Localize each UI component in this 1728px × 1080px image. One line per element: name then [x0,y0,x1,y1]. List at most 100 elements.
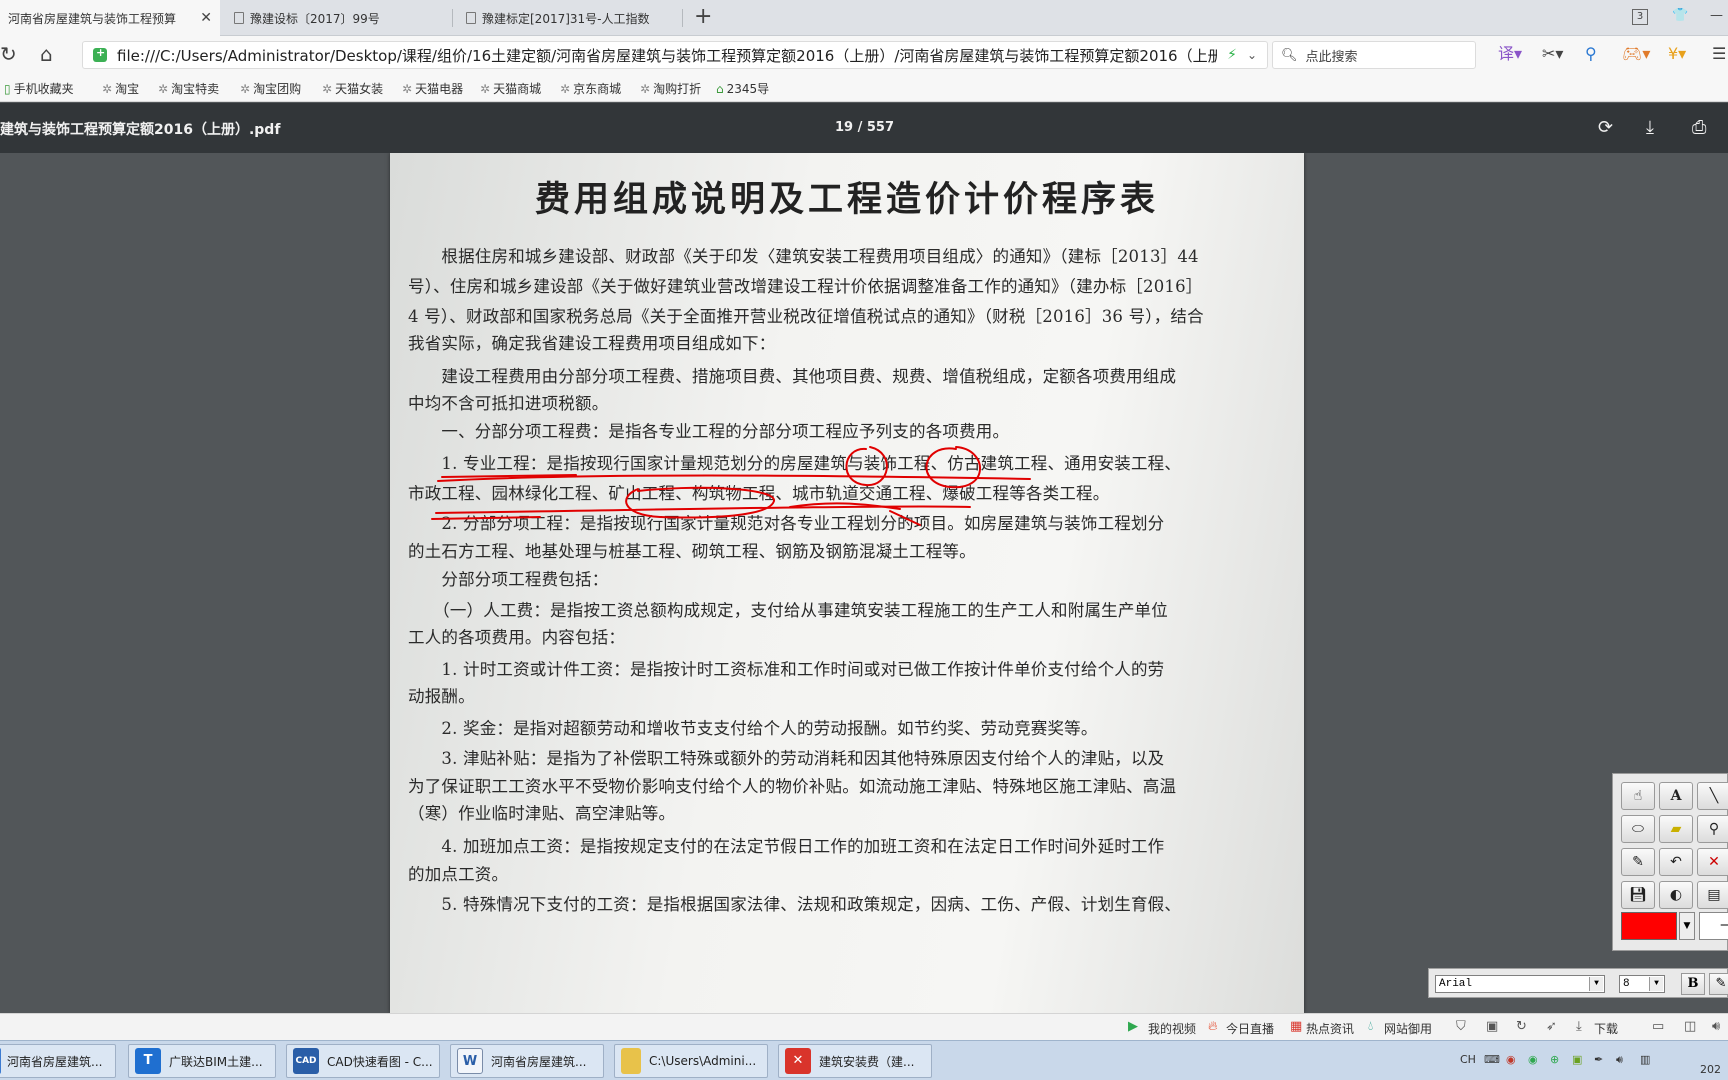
line-tool-icon[interactable]: ╲ [1697,782,1728,810]
lightning-icon[interactable]: ⚡ [1227,47,1237,63]
shield-icon[interactable]: ⛉ [1456,1019,1466,1034]
translate-icon[interactable]: 译▾ [1498,44,1522,64]
ink-underline [789,502,901,510]
status-item-news[interactable]: 热点资讯 [1306,1020,1354,1037]
tray-nvidia-icon[interactable]: ▣ [1572,1053,1582,1066]
search-icon: 🔍︎ [1281,47,1298,63]
layout-icon[interactable]: ▭ [1652,1019,1664,1034]
status-item-live[interactable]: 今日直播 [1226,1020,1274,1037]
font-size-select[interactable]: 8 ▼ [1619,975,1665,993]
bookmark-item[interactable]: ✲ 淘宝 [102,80,139,97]
document-line: 5. 特殊情况下支付的工资：是指根据国家法律、法规和政策规定，因病、工伤、产假、… [408,895,1182,914]
taskbar-item-word[interactable]: W 河南省房屋建筑... [450,1044,604,1078]
tray-update-icon[interactable]: ⊕ [1550,1053,1559,1066]
keyboard-icon[interactable]: ⌨ [1484,1053,1500,1066]
tray-pen-icon[interactable]: ✒ [1594,1053,1603,1066]
color-swatch[interactable] [1621,912,1677,940]
news-icon: ▦ [1290,1019,1303,1034]
bookmark-icon: ✲ [102,81,113,96]
bookmark-item[interactable]: ✲ 天猫电器 [402,80,463,97]
close-icon[interactable]: ✕ [200,10,212,26]
bold-button[interactable]: B [1681,973,1705,995]
bookmark-item[interactable]: ✲ 天猫商城 [480,80,541,97]
game-icon[interactable]: 🎮︎▾ [1622,44,1650,64]
save-icon[interactable]: 💾︎ [1621,881,1655,909]
download-icon[interactable]: ⤓ [1646,117,1654,138]
status-item-sites[interactable]: 网站御用 [1384,1020,1432,1037]
menu-icon[interactable]: ☰ [1712,44,1726,64]
tray-security-icon[interactable]: ◉ [1528,1053,1538,1066]
bookmark-icon: ✲ [402,81,413,96]
scissors-icon[interactable]: ✂▾ [1542,44,1563,64]
page-indicator[interactable]: 19 / 557 [835,120,894,135]
tab-document-2[interactable]: 豫建设标〔2017〕99号 [234,0,444,36]
tab-document-3[interactable]: 豫建标定[2017]31号-人工指数 [466,0,666,36]
new-tab-button[interactable]: + [694,4,712,30]
taskbar-item-explorer[interactable]: C:\Users\Admini... [614,1044,768,1078]
reload-icon[interactable]: ↻ [0,44,17,64]
chevron-down-icon[interactable]: ▼ [1589,977,1603,991]
pdf-viewer[interactable]: 费用组成说明及工程造价计价程序表 根据住房和城乡建设部、财政部《关于印发〈建筑安… [0,153,1728,1013]
chevron-down-icon[interactable]: ▼ [1679,912,1695,940]
document-line: 的加点工资。 [408,865,509,884]
pdf-page: 费用组成说明及工程造价计价程序表 根据住房和城乡建设部、财政部《关于印发〈建筑安… [390,153,1304,1013]
chevron-down-icon[interactable]: ⌄ [1247,48,1257,62]
clock[interactable]: 202 [1700,1063,1721,1076]
taskbar-item-glodon[interactable]: T 广联达BIM土建... [128,1044,276,1078]
magnifier-icon[interactable]: ⚲ [1585,44,1597,64]
taskbar-item-spreadsheet[interactable]: ✕ 建筑安装费（建... [778,1044,932,1078]
document-line: 4. 加班加点工资：是指按规定支付的在法定节假日工作的加班工资和在法定日工作时间… [408,837,1165,856]
bookmark-item[interactable]: ✲ 京东商城 [560,80,621,97]
word-document-icon: W [457,1048,483,1074]
italic-pen-icon[interactable]: ✎ [1709,973,1728,995]
print-icon[interactable]: ⎙ [1692,117,1706,138]
stamp-icon[interactable]: ▤ [1697,881,1728,909]
line-width-selector[interactable]: — [1699,912,1728,940]
highlighter-icon[interactable]: ▰ [1659,815,1693,843]
text-tool-icon[interactable]: A [1659,782,1693,810]
language-indicator[interactable]: CH [1460,1053,1476,1066]
pen-tool-icon[interactable]: ✎ [1621,848,1655,876]
hand-icon[interactable]: ☝ [1621,782,1655,810]
refresh-icon[interactable]: ↻ [1516,1019,1527,1034]
taskbar-item-browser[interactable]: 河南省房屋建筑... [0,1044,116,1078]
tab-pdf-document[interactable]: 河南省房屋建筑与装饰工程预算 ✕ [0,0,220,36]
search-input[interactable]: 🔍︎ 点此搜索 [1272,41,1476,69]
delete-icon[interactable]: ✕ [1697,848,1728,876]
bookmark-icon: ✲ [480,81,491,96]
url-field[interactable]: file:///C:/Users/Administrator/Desktop/课… [82,41,1268,69]
chevron-down-icon[interactable]: ▼ [1649,977,1663,991]
phone-icon: ▯ [4,81,11,96]
rocket-icon[interactable]: ➶ [1546,1019,1557,1034]
wallet-icon[interactable]: ¥▾ [1668,44,1686,64]
tab-count-badge[interactable]: 3 [1632,9,1648,25]
status-bar: ▶ 我的视频 🔥︎ 今日直播 ▦ 热点资讯 💧︎ 网站御用 ⛉ ▣ ↻ ➶ ⤓ … [0,1013,1728,1040]
document-line: 1. 专业工程：是指按现行国家计量规范划分的房屋建筑与装饰工程、仿古建筑工程、通… [408,454,1182,473]
font-name-select[interactable]: Arial ▼ [1435,975,1605,993]
tray-network-icon[interactable]: ▥ [1640,1053,1650,1066]
bookmark-item[interactable]: ⌂ 2345导 [716,80,769,97]
tray-app-icon[interactable]: ◉ [1506,1053,1516,1066]
eraser-icon[interactable]: ◐ [1659,881,1693,909]
status-item-download[interactable]: 下载 [1594,1020,1618,1037]
status-item-my-video[interactable]: 我的视频 [1148,1020,1196,1037]
minimize-icon[interactable]: — [1710,8,1723,23]
download-icon[interactable]: ⤓ [1576,1019,1582,1034]
ellipse-tool-icon[interactable]: ⬭ [1621,815,1655,843]
image-icon[interactable]: ▣ [1486,1019,1498,1034]
bookmark-item[interactable]: ✲ 淘宝特卖 [158,80,219,97]
zoom-icon[interactable]: ⚲ [1697,815,1728,843]
sound-icon[interactable]: 🔊︎ [1712,1019,1720,1034]
taskbar-item-cad[interactable]: CAD CAD快速看图 - C... [286,1044,440,1078]
window-icon[interactable]: ◫ [1684,1019,1696,1034]
bookmark-item[interactable]: ✲ 淘购打折 [640,80,701,97]
bookmark-item[interactable]: ✲ 淘宝团购 [240,80,301,97]
bookmark-item[interactable]: ✲ 天猫女装 [322,80,383,97]
tray-volume-icon[interactable]: 🔊︎ [1616,1053,1623,1067]
rotate-icon[interactable]: ⟳ [1598,117,1613,138]
document-line: 建设工程费用由分部分项工程费、措施项目费、其他项目费、规费、增值税组成，定额各项… [408,367,1177,386]
bookmark-item[interactable]: ▯ 手机收藏夹 [4,80,74,97]
shirt-icon[interactable]: 👕 [1672,8,1688,23]
undo-icon[interactable]: ↶ [1659,848,1693,876]
home-icon[interactable]: ⌂ [40,44,53,64]
